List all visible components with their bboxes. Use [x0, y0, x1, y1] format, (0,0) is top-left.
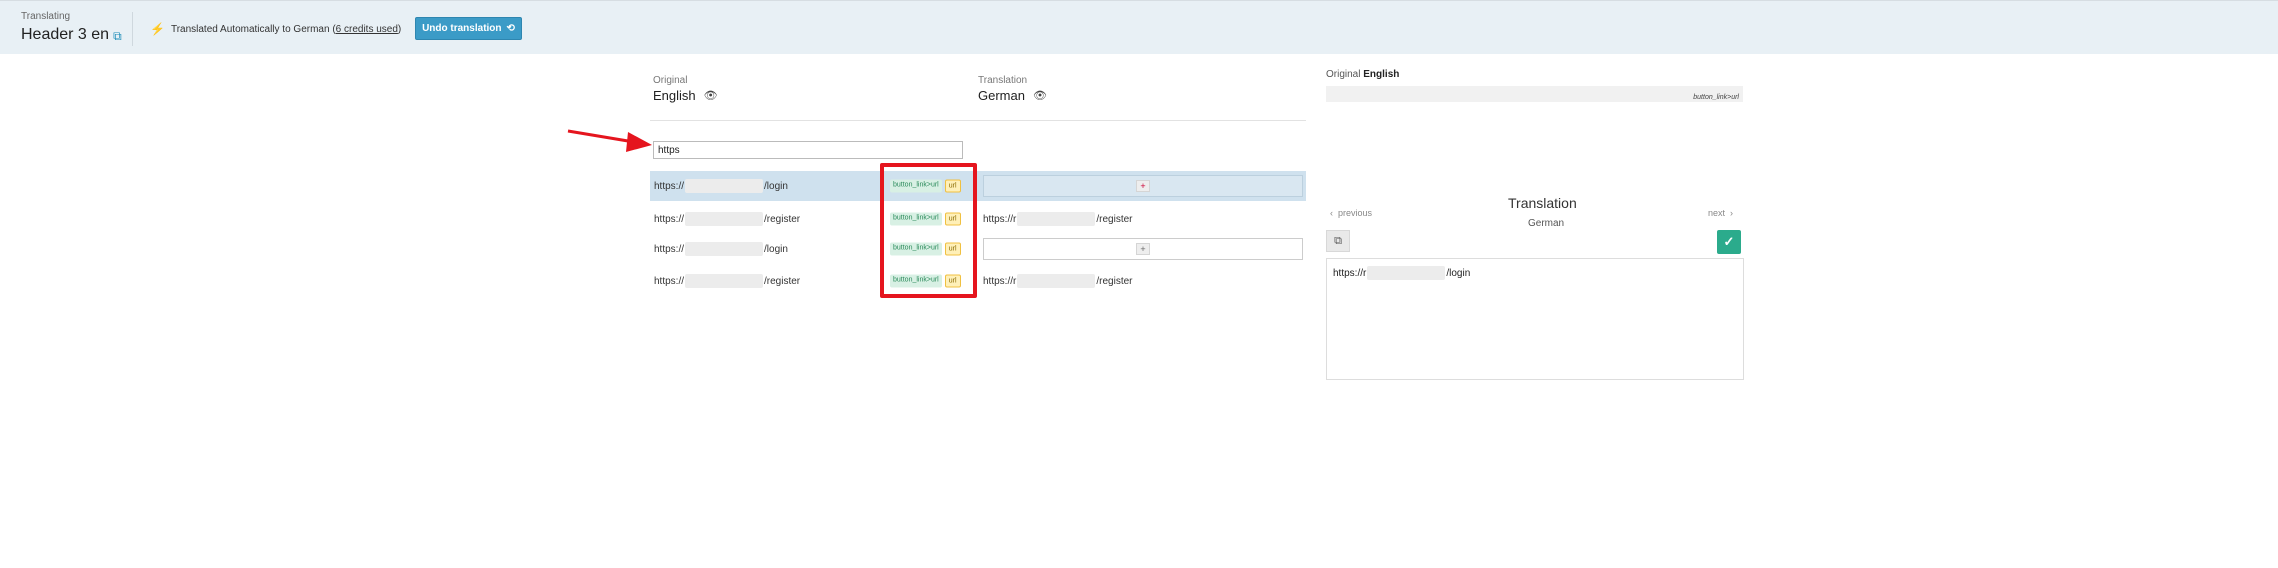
previous-button[interactable]: ‹ previous	[1330, 208, 1372, 218]
table-row[interactable]: https:///register button_link>url url ht…	[650, 266, 1306, 296]
divider	[132, 12, 133, 46]
credits-used-link[interactable]: 6 credits used	[336, 24, 398, 35]
redacted-region	[685, 242, 764, 256]
redacted-region	[1017, 274, 1096, 288]
original-text-prefix: https://	[654, 243, 685, 255]
original-column-label: Original	[653, 75, 688, 86]
table-row[interactable]: https:///login button_link>url url +	[650, 171, 1306, 201]
auto-translated-status: ⚡ Translated Automatically to German (6 …	[150, 22, 401, 36]
translation-language: German 👁	[978, 88, 1047, 103]
original-text-suffix: /login	[764, 180, 788, 192]
translation-text[interactable]: https://r/register	[983, 274, 1132, 288]
original-text: https:// /login	[654, 242, 788, 256]
redacted-region	[685, 212, 764, 226]
original-text-suffix: /register	[764, 213, 801, 225]
red-arrow-annotation	[567, 129, 652, 152]
translation-column-label: Translation	[978, 75, 1028, 86]
check-icon[interactable]: ✓	[1717, 230, 1741, 254]
next-label: next	[1708, 208, 1726, 218]
plus-icon[interactable]: +	[1136, 180, 1150, 192]
redacted-region	[685, 179, 764, 193]
translation-panel-title: Translation	[1508, 195, 1577, 211]
original-source-preview: button_link>url	[1326, 86, 1743, 102]
original-language-name: English	[653, 88, 696, 103]
original-text: https:// /login	[654, 179, 788, 193]
translating-label: Translating	[21, 11, 71, 22]
translation-textarea[interactable]: https://r/login	[1326, 258, 1744, 380]
table-row[interactable]: https:///register button_link>url url ht…	[650, 204, 1306, 234]
plus-icon[interactable]: +	[1136, 243, 1150, 255]
page-title[interactable]: Header 3 en ⧉	[21, 26, 122, 44]
translation-text-prefix: https://r	[983, 275, 1017, 287]
undo-translation-button[interactable]: Undo translation ⟲	[415, 17, 522, 40]
original-text-prefix: https://	[654, 213, 685, 225]
right-original-label: Original	[1326, 69, 1361, 80]
translation-textarea-suffix: /login	[1446, 268, 1471, 279]
redacted-region	[1017, 212, 1096, 226]
external-link-icon[interactable]: ⧉	[113, 29, 122, 44]
search-input[interactable]	[653, 141, 963, 159]
page-title-text: Header 3 en	[21, 26, 110, 43]
original-text: https:// /register	[654, 274, 800, 288]
translation-input[interactable]: +	[983, 175, 1303, 197]
eye-icon[interactable]: 👁	[704, 89, 718, 102]
auto-status-prefix: Translated Automatically to German (	[170, 23, 336, 35]
translation-text-suffix: /register	[1096, 213, 1133, 225]
auto-status-suffix: )	[397, 23, 402, 35]
original-text-prefix: https://	[654, 275, 685, 287]
translation-text-prefix: https://r	[983, 213, 1017, 225]
original-text-suffix: /register	[764, 275, 801, 287]
original-text-prefix: https://	[654, 180, 685, 192]
right-original-lang: English	[1363, 69, 1400, 80]
header-divider	[650, 120, 1306, 121]
key-label: button_link>url	[1693, 94, 1739, 101]
translation-language-name: German	[978, 88, 1025, 103]
bolt-icon: ⚡	[150, 22, 165, 36]
red-highlight-box	[880, 163, 977, 298]
redacted-region	[685, 274, 764, 288]
original-text: https:// /register	[654, 212, 800, 226]
translation-input[interactable]: +	[983, 238, 1303, 260]
translation-panel-lang: German	[1528, 218, 1565, 229]
copy-icon[interactable]: ⧉	[1326, 230, 1350, 252]
top-bar: Translating Header 3 en ⧉ ⚡ Translated A…	[0, 0, 2278, 54]
translation-textarea-prefix: https://r	[1333, 268, 1367, 279]
translation-text-suffix: /register	[1096, 275, 1133, 287]
undo-translation-label: Undo translation	[422, 23, 502, 34]
original-language: English 👁	[653, 88, 718, 103]
original-text-suffix: /login	[764, 243, 788, 255]
translation-text[interactable]: https://r/register	[983, 212, 1132, 226]
table-row[interactable]: https:///login button_link>url url +	[650, 234, 1306, 264]
eye-icon[interactable]: 👁	[1033, 89, 1047, 102]
right-original-header: Original English	[1326, 69, 1399, 80]
redacted-region	[1367, 266, 1446, 280]
undo-icon: ⟲	[506, 23, 515, 34]
next-button[interactable]: next ›	[1708, 208, 1733, 218]
previous-label: previous	[1338, 208, 1373, 218]
